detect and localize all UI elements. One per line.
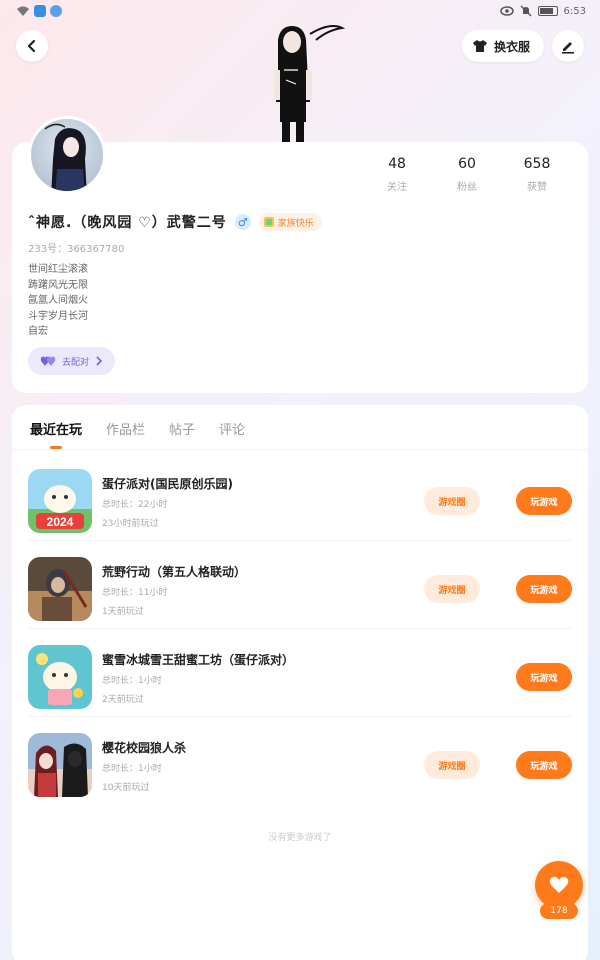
profile-card: 48 关注 60 粉丝 658 获赞 ˆ神愿.（晚风园 ♡）武警二号 ♂ 家族快… bbox=[12, 116, 588, 393]
likes-count: 658 bbox=[523, 156, 551, 172]
wifi-icon bbox=[17, 6, 29, 16]
svg-text:2024: 2024 bbox=[47, 515, 74, 529]
game-circle-button[interactable]: 游戏圈 bbox=[424, 487, 480, 515]
bio-line: 自宏 bbox=[28, 326, 48, 337]
sakura-werewolf-icon bbox=[28, 733, 92, 797]
list-end-text: 没有更多游戏了 bbox=[268, 833, 332, 843]
status-left bbox=[16, 5, 62, 17]
tab-posts[interactable]: 帖子 bbox=[169, 419, 195, 449]
back-button[interactable] bbox=[16, 30, 48, 62]
game-total-time: 总时长：1小时 bbox=[102, 676, 162, 686]
nickname: ˆ神愿.（晚风园 ♡）武警二号 bbox=[28, 215, 227, 231]
change-outfit-label: 换衣服 bbox=[493, 39, 530, 54]
double-heart-icon bbox=[40, 356, 56, 366]
play-game-button[interactable]: 玩游戏 bbox=[516, 751, 572, 779]
game-last-played: 10天前玩过 bbox=[102, 783, 150, 793]
profile-stats: 48 关注 60 粉丝 658 获赞 bbox=[362, 156, 572, 193]
following-label: 关注 bbox=[387, 182, 407, 193]
mute-bell-icon bbox=[520, 5, 532, 17]
stat-followers[interactable]: 60 粉丝 bbox=[432, 156, 502, 193]
status-bar: 6:53 bbox=[0, 0, 600, 24]
edit-button[interactable] bbox=[552, 30, 584, 62]
shirt-icon bbox=[472, 40, 487, 52]
game-row[interactable]: 樱花校园狼人杀 总时长：1小时 10天前玩过 游戏圈 玩游戏 bbox=[12, 717, 588, 805]
game-row[interactable]: 荒野行动（第五人格联动） 总时长：11小时 1天前玩过 游戏圈 玩游戏 bbox=[12, 541, 588, 629]
tabs-divider bbox=[12, 449, 588, 450]
mixue-eggy-icon bbox=[28, 645, 92, 709]
avatar[interactable] bbox=[28, 116, 106, 194]
game-last-played: 2天前玩过 bbox=[102, 695, 144, 705]
game-row[interactable]: 2024 蛋仔派对(国民原创乐园) 总时长：22小时 23小时前玩过 游戏圈 玩… bbox=[12, 453, 588, 541]
stat-following[interactable]: 48 关注 bbox=[362, 156, 432, 193]
play-game-button[interactable]: 玩游戏 bbox=[516, 487, 572, 515]
like-fab-button[interactable] bbox=[535, 861, 583, 909]
game-total-time: 总时长：11小时 bbox=[102, 588, 168, 598]
following-count: 48 bbox=[388, 156, 406, 172]
male-icon: ♂ bbox=[234, 214, 251, 230]
game-circle-button[interactable]: 游戏圈 bbox=[424, 575, 480, 603]
followers-label: 粉丝 bbox=[457, 182, 477, 193]
tab-recent-played[interactable]: 最近在玩 bbox=[30, 419, 82, 449]
like-count-badge: 178 bbox=[540, 903, 578, 919]
app-notification-icon-2 bbox=[50, 5, 62, 17]
eggy-party-2024-icon: 2024 bbox=[28, 469, 92, 533]
avatar-image bbox=[44, 123, 87, 191]
app-notification-icon bbox=[34, 5, 46, 17]
game-last-played: 23小时前玩过 bbox=[102, 519, 159, 529]
status-right: 6:53 bbox=[499, 5, 586, 17]
tab-works[interactable]: 作品栏 bbox=[106, 419, 145, 449]
tab-comments[interactable]: 评论 bbox=[219, 419, 245, 449]
game-last-played: 1天前玩过 bbox=[102, 607, 144, 617]
character-figure bbox=[274, 25, 346, 144]
heart-icon bbox=[549, 876, 569, 893]
chevron-right-icon bbox=[96, 356, 103, 366]
bio-line: 氤氲人间烟火 bbox=[28, 295, 88, 306]
bio-line: 踌躇风光无限 bbox=[28, 279, 88, 291]
game-total-time: 总时长：22小时 bbox=[102, 500, 168, 510]
likes-label: 获赞 bbox=[527, 182, 547, 193]
game-circle-button[interactable]: 游戏圈 bbox=[424, 751, 480, 779]
family-badge[interactable]: 家族快乐 bbox=[258, 213, 322, 231]
battery-icon bbox=[537, 6, 558, 16]
user-id: 233号：366367780 bbox=[28, 244, 125, 255]
status-time: 6:53 bbox=[563, 5, 586, 17]
game-name: 蜜雪冰城雪王甜蜜工坊（蛋仔派对） bbox=[102, 653, 295, 667]
play-game-button[interactable]: 玩游戏 bbox=[516, 663, 572, 691]
game-row[interactable]: 蜜雪冰城雪王甜蜜工坊（蛋仔派对） 总时长：1小时 2天前玩过 玩游戏 bbox=[12, 629, 588, 717]
pair-button-label: 去配对 bbox=[62, 357, 90, 368]
change-outfit-button[interactable]: 换衣服 bbox=[461, 30, 544, 62]
knives-out-icon bbox=[28, 557, 92, 621]
cube-icon bbox=[263, 217, 274, 227]
play-game-button[interactable]: 玩游戏 bbox=[516, 575, 572, 603]
bio-line: 斗宇岁月长河 bbox=[28, 310, 88, 322]
pair-button[interactable]: 去配对 bbox=[28, 347, 116, 375]
stat-likes[interactable]: 658 获赞 bbox=[502, 156, 572, 193]
game-total-time: 总时长：1小时 bbox=[102, 764, 162, 774]
content-card: 最近在玩 作品栏 帖子 评论 2024 蛋仔派对(国民原创乐园) 总时长：22小… bbox=[12, 405, 588, 960]
bio: 世间红尘滚滚 踌躇风光无限 氤氲人间烟火 斗宇岁月长河 自宏 bbox=[28, 262, 88, 340]
game-name: 樱花校园狼人杀 bbox=[102, 741, 187, 755]
bio-line: 世间红尘滚滚 bbox=[28, 264, 88, 275]
game-name: 荒野行动（第五人格联动） bbox=[102, 565, 247, 579]
profile-tabs: 最近在玩 作品栏 帖子 评论 bbox=[30, 419, 245, 449]
nickname-row: ˆ神愿.（晚风园 ♡）武警二号 ♂ 家族快乐 bbox=[28, 212, 322, 232]
family-badge-label: 家族快乐 bbox=[277, 218, 314, 229]
eye-icon bbox=[499, 6, 514, 16]
game-name: 蛋仔派对(国民原创乐园) bbox=[102, 477, 233, 491]
followers-count: 60 bbox=[458, 156, 476, 172]
pencil-icon bbox=[562, 42, 574, 54]
chevron-left-icon bbox=[27, 39, 36, 53]
